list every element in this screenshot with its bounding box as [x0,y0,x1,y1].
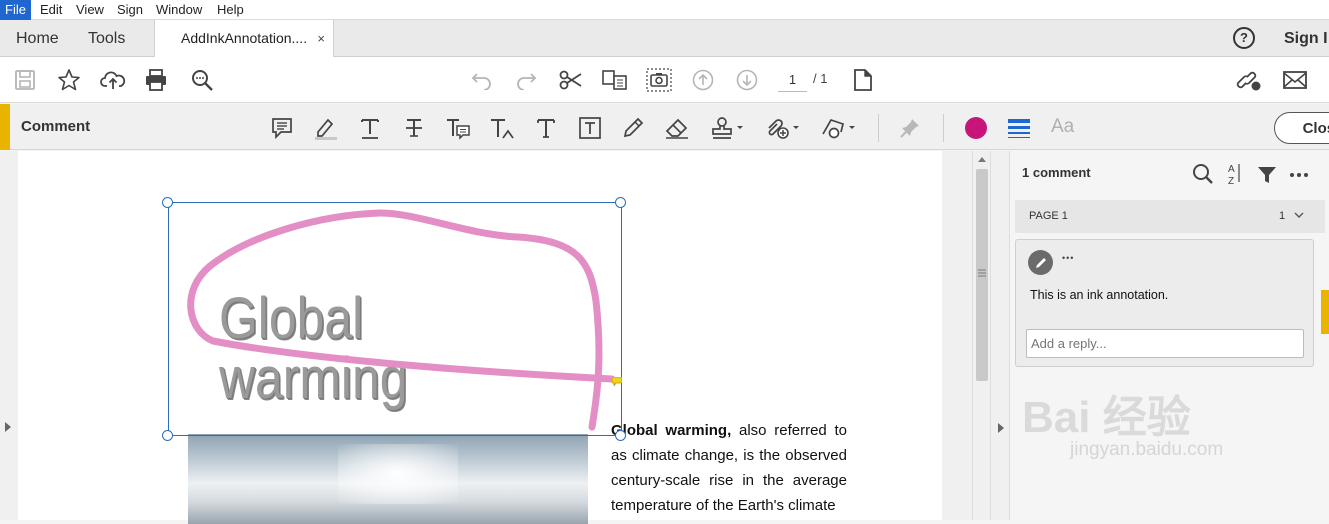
comment-text: This is an ink annotation. [1030,288,1169,302]
panel-edge-accent [1321,290,1329,334]
svg-text:Z: Z [1228,176,1234,186]
toolbar-divider [943,114,944,142]
comment-toolbar-title: Comment [21,118,91,135]
email-icon[interactable] [1282,67,1308,93]
close-comment-button[interactable]: Close [1274,112,1329,144]
underline-text-icon[interactable] [357,115,383,141]
page-group-count: 1 [1279,210,1286,222]
menu-help[interactable]: Help [212,0,249,20]
toolbar-divider [878,114,879,142]
main-toolbar: / 1 [0,57,1329,103]
reply-input[interactable] [1026,329,1304,358]
undo-icon[interactable] [469,67,495,93]
cloud-upload-icon[interactable] [100,67,126,93]
snapshot-camera-icon[interactable] [646,67,672,93]
pdf-page: Global warming Global warming, also refe… [18,151,942,524]
comments-panel: 1 comment AZ PAGE 1 1 ••• This is an ink… [1010,151,1329,520]
chevron-down-icon[interactable] [1294,212,1304,219]
resize-handle-top-right[interactable] [615,197,626,208]
page-display-icon[interactable] [850,67,876,93]
comment-toolbar: Comment Aa Clo [0,104,1329,150]
menu-sign[interactable]: Sign [112,0,148,20]
svg-text:A: A [1228,164,1235,175]
compare-pages-icon[interactable] [602,67,628,93]
vertical-scrollbar[interactable] [972,151,990,520]
print-icon[interactable] [143,67,169,93]
replace-text-icon[interactable] [445,115,471,141]
insert-text-icon[interactable] [489,115,515,141]
text-properties-icon[interactable]: Aa [1051,116,1074,138]
watermark: Bai 经验 jingyan.baidu.com [1010,377,1329,520]
watermark-url: jingyan.baidu.com [1070,439,1224,460]
comment-card[interactable]: ••• This is an ink annotation. [1015,239,1314,367]
color-picker-icon[interactable] [963,115,989,141]
stamp-icon[interactable] [709,115,745,141]
pin-icon[interactable] [897,115,923,141]
page-group-header[interactable]: PAGE 1 1 [1015,200,1325,233]
sort-comments-icon[interactable]: AZ [1226,162,1242,186]
tab-bar: Home Tools AddInkAnnotation.... × ? Sign… [0,20,1329,57]
close-tab-icon[interactable]: × [317,20,325,57]
page-group-label: PAGE 1 [1029,210,1068,222]
attach-file-icon[interactable] [763,115,801,141]
tab-home[interactable]: Home [16,20,59,57]
resize-handle-bottom-left[interactable] [162,430,173,441]
eraser-icon[interactable] [664,115,690,141]
next-page-icon[interactable] [734,67,760,93]
zoom-search-icon[interactable] [189,67,215,93]
search-comments-icon[interactable] [1192,163,1214,185]
document-tab-label: AddInkAnnotation.... [181,30,308,46]
save-icon[interactable] [12,67,38,93]
annotation-note-icon[interactable] [612,377,622,386]
share-link-icon[interactable] [1236,67,1262,93]
comment-more-icon[interactable]: ••• [1062,253,1074,263]
resize-handle-top-left[interactable] [162,197,173,208]
strikethrough-text-icon[interactable] [401,115,427,141]
cut-icon[interactable] [558,67,584,93]
page-number-input[interactable] [778,68,807,92]
avatar [1028,250,1053,275]
menu-window[interactable]: Window [151,0,207,20]
annotation-selection-box[interactable] [168,202,622,436]
pencil-draw-icon[interactable] [620,115,646,141]
page-total-label: / 1 [813,71,828,86]
line-thickness-icon[interactable] [1006,115,1032,141]
collapse-right-panel-icon[interactable] [997,422,1005,434]
menu-bar: File Edit View Sign Window Help [0,0,1329,20]
highlight-text-icon[interactable] [313,115,339,141]
previous-page-icon[interactable] [690,67,716,93]
filter-comments-icon[interactable] [1257,165,1277,185]
help-icon[interactable]: ? [1233,27,1255,49]
bookmark-star-icon[interactable] [56,67,82,93]
resize-handle-bottom-right[interactable] [615,430,626,441]
comment-bar-accent [0,104,10,150]
sign-in-link[interactable]: Sign I [1284,20,1328,57]
redo-icon[interactable] [513,67,539,93]
collapse-left-panel-icon[interactable] [4,421,12,433]
panel-splitter[interactable] [990,151,1010,520]
watermark-logo: Bai 经验 [1022,393,1191,442]
document-area: Global warming Global warming, also refe… [0,151,990,524]
tab-tools[interactable]: Tools [88,20,125,57]
text-box-icon[interactable] [577,115,603,141]
menu-file[interactable]: File [0,0,31,20]
sticky-note-icon[interactable] [269,115,295,141]
tab-document[interactable]: AddInkAnnotation.... × [154,20,334,57]
menu-view[interactable]: View [71,0,109,20]
menu-edit[interactable]: Edit [35,0,67,20]
more-options-icon[interactable] [1289,172,1309,178]
add-text-icon[interactable] [533,115,559,141]
pencil-icon [1035,257,1046,268]
shapes-draw-icon[interactable] [819,115,857,141]
comment-count: 1 comment [1022,165,1091,180]
